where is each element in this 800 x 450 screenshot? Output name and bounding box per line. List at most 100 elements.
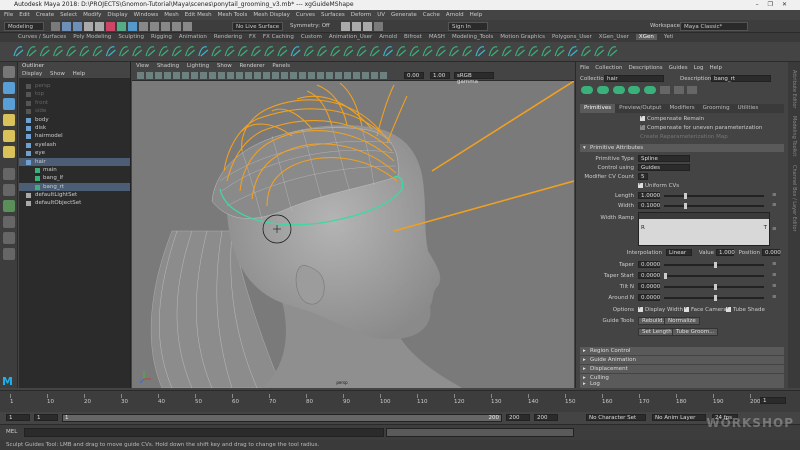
menu-uv[interactable]: UV xyxy=(377,12,385,18)
workspace-dropdown[interactable]: Maya Classic* xyxy=(680,22,748,31)
tube-groom-button[interactable]: Tube Groom... xyxy=(672,328,719,336)
outliner-item[interactable]: defaultLightSet xyxy=(19,191,130,199)
ramp-left-marker[interactable]: R xyxy=(641,225,645,231)
layout-persp-icon[interactable] xyxy=(3,232,15,244)
lasso-tool-icon[interactable] xyxy=(3,82,15,94)
outliner-item[interactable]: hairmodel xyxy=(19,132,130,140)
shelf-tool-icon[interactable] xyxy=(383,46,393,57)
render-frame-icon[interactable] xyxy=(341,22,350,31)
shelf-tab-poly-modeling[interactable]: Poly Modeling xyxy=(73,34,111,40)
menuset-dropdown[interactable]: Modeling xyxy=(4,22,44,31)
outliner-item[interactable]: eye xyxy=(19,149,130,157)
select-component-icon[interactable] xyxy=(128,22,137,31)
shelf-tool-icon[interactable] xyxy=(343,46,354,57)
shelf-tool-icon[interactable] xyxy=(26,46,37,57)
width-expression-icon[interactable]: ≡ xyxy=(772,202,777,208)
interpolation-dropdown[interactable]: Linear xyxy=(666,249,692,256)
shelf-tool-icon[interactable] xyxy=(13,46,24,57)
menu-generate[interactable]: Generate xyxy=(391,12,417,18)
shelf-tool-icon[interactable] xyxy=(66,46,77,57)
menu-edit-mesh[interactable]: Edit Mesh xyxy=(185,12,212,18)
length-field[interactable]: 1.0000 xyxy=(638,192,660,199)
taper-slider-knob[interactable] xyxy=(714,262,717,268)
shelf-tool-icon[interactable] xyxy=(515,46,525,57)
outliner-item[interactable]: disk xyxy=(19,124,130,132)
shelf-tool-icon[interactable] xyxy=(132,46,143,57)
shelf-tool-icon[interactable] xyxy=(607,46,618,57)
collection-dropdown[interactable]: hair xyxy=(604,75,664,82)
shelf-tool-icon[interactable] xyxy=(277,46,288,57)
window-controls[interactable]: –❐✕ xyxy=(756,0,796,10)
paint-select-icon[interactable] xyxy=(3,98,15,110)
character-set-dropdown[interactable]: No Character Set xyxy=(586,414,646,421)
select-object-icon[interactable] xyxy=(117,22,126,31)
normalize-button[interactable]: Normalize xyxy=(664,317,700,325)
shelf-tab-custom[interactable]: Custom xyxy=(301,34,322,40)
range-inner-start-field[interactable]: 1 xyxy=(34,414,58,421)
shelf-tool-icon[interactable] xyxy=(541,46,552,57)
viewport-menu-shading[interactable]: Shading xyxy=(157,63,179,69)
shelf-tool-icon[interactable] xyxy=(462,46,473,57)
sign-in-button[interactable]: Sign In xyxy=(448,22,488,31)
shelf-tool-icon[interactable] xyxy=(185,46,195,57)
shelf-tab-mash[interactable]: MASH xyxy=(429,34,445,40)
tilt-n-field[interactable]: 0.0000 xyxy=(638,283,660,290)
shelf-tool-icon[interactable] xyxy=(145,46,156,57)
region-control-section[interactable]: Region Control xyxy=(580,347,784,355)
shelf-tab-fx[interactable]: FX xyxy=(249,34,256,40)
select-guides-icon[interactable] xyxy=(644,86,656,94)
xgen-tab-modifiers[interactable]: Modifiers xyxy=(665,104,698,113)
guide-to-curve-icon[interactable] xyxy=(628,86,641,94)
viewport-scene[interactable]: persp xyxy=(132,81,574,388)
shelf-tool-icon[interactable] xyxy=(475,46,486,57)
length-slider[interactable] xyxy=(664,193,764,199)
ipr-render-icon[interactable] xyxy=(352,22,361,31)
outliner-item[interactable]: body xyxy=(19,116,130,124)
new-scene-icon[interactable] xyxy=(51,22,60,31)
description-dropdown[interactable]: bang_rt xyxy=(711,75,771,82)
shelf-tool-icon[interactable] xyxy=(39,46,50,57)
tilt-n-slider-knob[interactable] xyxy=(714,284,717,290)
tube-shade-checkbox[interactable]: Tube Shade xyxy=(726,305,765,313)
outliner-item[interactable]: eyelash xyxy=(19,141,130,149)
scale-tool-icon[interactable] xyxy=(3,146,15,158)
undo-icon[interactable] xyxy=(84,22,93,31)
taper-expression-icon[interactable]: ≡ xyxy=(772,261,777,267)
outliner-item[interactable]: bang_rt xyxy=(19,182,130,192)
ramp-right-marker[interactable]: T xyxy=(764,225,767,231)
taper-start-slider[interactable] xyxy=(664,273,764,279)
add-guide-icon[interactable] xyxy=(596,86,609,94)
redo-icon[interactable] xyxy=(95,22,104,31)
width-ramp-graph[interactable]: R T xyxy=(638,212,770,246)
shelf-tool-icon[interactable] xyxy=(528,46,539,57)
modeling-toolkit-tab[interactable]: Modeling Toolkit xyxy=(791,116,797,156)
viewport-tool-icons[interactable] xyxy=(136,71,388,79)
shelf-tab-yeti[interactable]: Yeti xyxy=(664,34,674,40)
xgen-menu-descriptions[interactable]: Descriptions xyxy=(628,65,662,71)
make-live-icon[interactable] xyxy=(183,22,192,31)
shelf-tool-icon[interactable] xyxy=(330,46,341,57)
minimize-icon[interactable]: – xyxy=(756,1,768,8)
around-n-expression-icon[interactable]: ≡ xyxy=(772,294,777,300)
shelf-tool-icon[interactable] xyxy=(356,46,367,57)
shelf-tab-fx-caching[interactable]: FX Caching xyxy=(263,34,294,40)
save-scene-icon[interactable] xyxy=(73,22,82,31)
outliner-item[interactable]: bang_lf xyxy=(19,174,130,182)
snap-grid-icon[interactable] xyxy=(139,22,148,31)
taper-start-expression-icon[interactable]: ≡ xyxy=(772,272,777,278)
outliner-item[interactable]: hair xyxy=(19,157,130,166)
primitive-type-dropdown[interactable]: Spline xyxy=(638,155,690,162)
shelf-tool-icon[interactable] xyxy=(501,46,512,57)
shelf-tool-icon[interactable] xyxy=(211,46,222,57)
shelf-tool-icon[interactable] xyxy=(198,46,209,57)
shelf-tab-animation[interactable]: Animation xyxy=(179,34,207,40)
symmetry-label[interactable]: Symmetry: Off xyxy=(290,23,330,29)
select-hierarchy-icon[interactable] xyxy=(106,22,115,31)
menu-mesh-tools[interactable]: Mesh Tools xyxy=(218,12,248,18)
shelf-tool-icon[interactable] xyxy=(435,46,446,57)
xgen-menu-help[interactable]: Help xyxy=(710,65,723,71)
around-n-slider[interactable] xyxy=(664,295,764,301)
face-camera-checkbox[interactable]: Face Camera xyxy=(684,305,727,313)
outliner-item[interactable]: defaultObjectSet xyxy=(19,199,130,207)
shelf-tab-rigging[interactable]: Rigging xyxy=(151,34,172,40)
